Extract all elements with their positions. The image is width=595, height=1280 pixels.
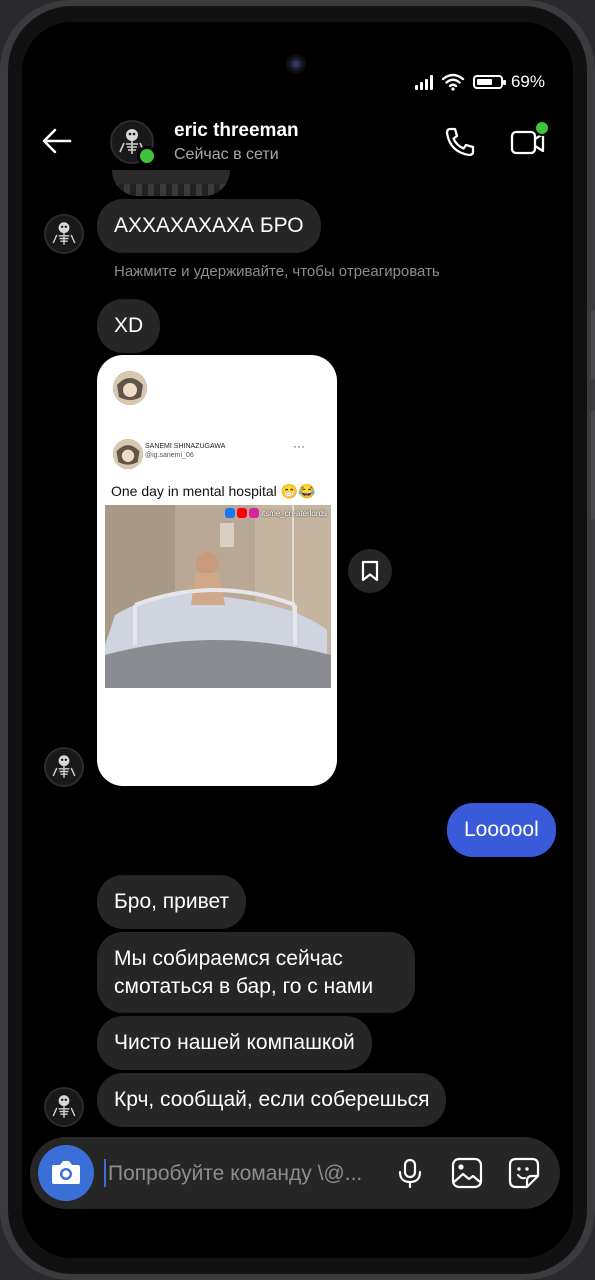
video-call-button[interactable] xyxy=(510,120,550,160)
sender-avatar[interactable] xyxy=(44,747,84,787)
post-author-avatar xyxy=(113,439,143,469)
side-button xyxy=(591,410,595,520)
post-author-name: SANEMI SHINAZUGAWA xyxy=(145,443,226,450)
post-caption: One day in mental hospital 😁😂 xyxy=(111,483,316,499)
phone-icon[interactable] xyxy=(442,124,478,160)
message-bubble[interactable]: Мы собираемся сейчас смотаться в бар, го… xyxy=(97,932,415,1013)
video-online-dot xyxy=(534,120,550,136)
save-post-button[interactable] xyxy=(348,549,392,593)
status-bar: 69% xyxy=(414,72,545,92)
skeleton-avatar-icon xyxy=(46,1089,82,1125)
anime-avatar-icon xyxy=(113,439,143,469)
watermark-text: itsme_createrlords xyxy=(261,508,327,518)
contact-status: Сейчас в сети xyxy=(174,146,279,163)
side-button xyxy=(591,310,595,380)
facebook-icon xyxy=(225,508,236,518)
youtube-icon xyxy=(237,508,248,518)
post-watermark: itsme_createrlords xyxy=(225,508,327,518)
message-bubble[interactable]: Чисто нашей компашкой xyxy=(97,1016,372,1070)
battery-percent: 69% xyxy=(510,72,545,91)
online-indicator xyxy=(137,146,157,166)
anime-avatar-icon xyxy=(113,371,147,405)
post-photo: itsme_createrlords xyxy=(105,505,331,688)
wifi-icon xyxy=(441,73,465,91)
sender-avatar[interactable] xyxy=(44,1087,84,1127)
skeleton-avatar-icon xyxy=(46,216,82,252)
post-more-icon: ··· xyxy=(293,439,305,453)
skeleton-avatar-icon xyxy=(46,749,82,785)
post-author-handle: @ig.sanemi_06 xyxy=(145,452,194,459)
microphone-icon[interactable] xyxy=(392,1155,428,1191)
message-bubble[interactable]: АХХАХАХАХА БРО xyxy=(97,199,321,253)
gallery-icon[interactable] xyxy=(449,1155,485,1191)
battery-icon xyxy=(472,75,506,89)
message-composer xyxy=(30,1137,560,1209)
sticker-icon[interactable] xyxy=(506,1155,542,1191)
signal-icon xyxy=(414,74,433,90)
camera-icon xyxy=(52,1161,80,1184)
outgoing-message-bubble[interactable]: Loooool xyxy=(447,803,556,857)
instagram-icon xyxy=(249,508,260,518)
shared-post[interactable]: SANEMI SHINAZUGAWA @ig.sanemi_06 ··· One… xyxy=(97,355,337,786)
contact-name[interactable]: eric threeman xyxy=(174,120,299,142)
message-bubble[interactable]: XD xyxy=(97,299,161,353)
chat-header: eric threeman Сейчас в сети xyxy=(30,118,565,168)
front-camera xyxy=(286,54,306,74)
message-input[interactable] xyxy=(106,1153,390,1195)
sender-avatar[interactable] xyxy=(44,214,84,254)
message-bubble[interactable]: Бро, привет xyxy=(97,875,247,929)
post-owner-avatar xyxy=(113,371,147,405)
message-bubble[interactable]: Крч, сообщай, если соберешься xyxy=(97,1073,447,1127)
camera-button[interactable] xyxy=(38,1145,94,1201)
bookmark-icon xyxy=(361,560,379,582)
hospital-photo xyxy=(105,505,331,688)
back-arrow-icon[interactable] xyxy=(40,124,74,158)
previous-media-thumbnail[interactable] xyxy=(112,170,230,196)
reaction-hint: Нажмите и удерживайте, чтобы отреагирова… xyxy=(114,263,440,280)
